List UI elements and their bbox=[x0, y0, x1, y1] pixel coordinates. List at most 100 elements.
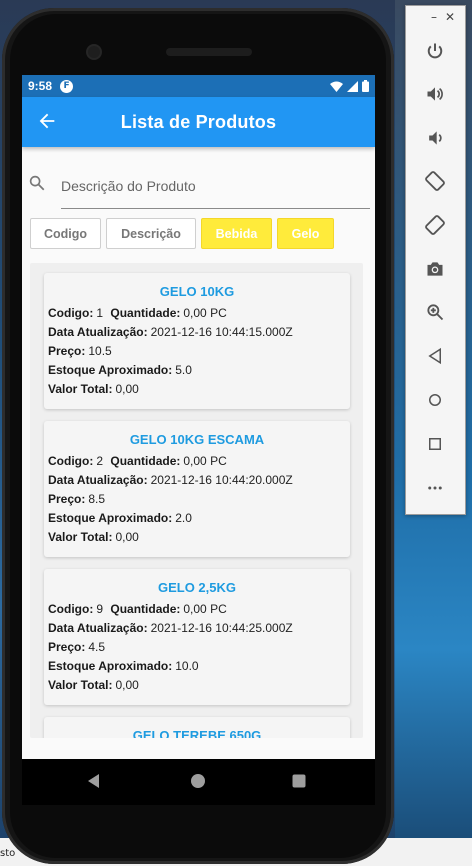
back-icon[interactable] bbox=[422, 343, 448, 369]
nav-overview-icon[interactable] bbox=[291, 773, 307, 789]
product-row-valor-total: Valor Total: 0,00 bbox=[44, 528, 350, 547]
product-card[interactable]: GELO TEREBE 650G bbox=[44, 717, 350, 738]
front-camera bbox=[88, 46, 100, 58]
product-row-estoque: Estoque Aproximado: 10.0 bbox=[44, 657, 350, 676]
back-arrow-icon[interactable] bbox=[36, 110, 58, 132]
product-row-data: Data Atualização: 2021-12-16 10:44:20.000… bbox=[44, 471, 350, 490]
label-codigo: Codigo: bbox=[48, 454, 94, 468]
value-preco: 8.5 bbox=[88, 492, 106, 506]
minimize-icon[interactable]: – bbox=[431, 10, 437, 28]
value-data-atualizacao: 2021-12-16 10:44:15.000Z bbox=[150, 325, 293, 339]
value-estoque: 10.0 bbox=[175, 659, 199, 673]
label-quantidade: Quantidade: bbox=[110, 602, 181, 616]
value-preco: 10.5 bbox=[88, 344, 112, 358]
zoom-icon[interactable] bbox=[422, 299, 448, 325]
rotate-left-icon[interactable] bbox=[422, 168, 448, 194]
product-list[interactable]: GELO 10KG Codigo: 1 Quantidade: 0,00 PC Da… bbox=[30, 263, 363, 738]
value-quantidade: 0,00 PC bbox=[183, 454, 227, 468]
product-row-valor-total: Valor Total: 0,00 bbox=[44, 676, 350, 695]
value-codigo: 9 bbox=[96, 602, 104, 616]
product-row-data: Data Atualização: 2021-12-16 10:44:25.000… bbox=[44, 619, 350, 638]
product-row-estoque: Estoque Aproximado: 5.0 bbox=[44, 361, 350, 380]
product-row-data: Data Atualização: 2021-12-16 10:44:15.000… bbox=[44, 323, 350, 342]
nav-home-icon[interactable] bbox=[190, 773, 206, 789]
panel-window-controls: – ✕ bbox=[406, 6, 465, 28]
label-data-atualizacao: Data Atualização: bbox=[48, 325, 148, 339]
search-input[interactable] bbox=[61, 169, 370, 209]
status-time: 9:58 bbox=[28, 79, 53, 93]
value-data-atualizacao: 2021-12-16 10:44:20.000Z bbox=[150, 473, 293, 487]
volume-up-icon[interactable] bbox=[422, 81, 448, 107]
earpiece-speaker bbox=[166, 48, 252, 56]
value-quantidade: 0,00 PC bbox=[183, 602, 227, 616]
value-preco: 4.5 bbox=[88, 640, 106, 654]
home-icon[interactable] bbox=[422, 387, 448, 413]
label-data-atualizacao: Data Atualização: bbox=[48, 621, 148, 635]
product-card[interactable]: GELO 10KG Codigo: 1 Quantidade: 0,00 PC Da… bbox=[44, 273, 350, 409]
label-estoque: Estoque Aproximado: bbox=[48, 511, 173, 525]
value-estoque: 5.0 bbox=[175, 363, 192, 377]
label-quantidade: Quantidade: bbox=[110, 454, 181, 468]
product-row-estoque: Estoque Aproximado: 2.0 bbox=[44, 509, 350, 528]
product-row-preco: Preço: 10.5 bbox=[44, 342, 350, 361]
filter-codigo-button[interactable]: Codigo bbox=[30, 218, 101, 249]
rotate-right-icon[interactable] bbox=[422, 212, 448, 238]
more-icon[interactable] bbox=[422, 475, 448, 501]
label-valor-total: Valor Total: bbox=[48, 382, 113, 396]
product-row-valor-total: Valor Total: 0,00 bbox=[44, 380, 350, 399]
page-title: Lista de Produtos bbox=[120, 111, 277, 132]
product-row-preco: Preço: 4.5 bbox=[44, 638, 350, 657]
product-row-preco: Preço: 8.5 bbox=[44, 490, 350, 509]
value-data-atualizacao: 2021-12-16 10:44:25.000Z bbox=[150, 621, 293, 635]
label-quantidade: Quantidade: bbox=[110, 306, 181, 320]
camera-icon[interactable] bbox=[422, 256, 448, 282]
label-data-atualizacao: Data Atualização: bbox=[48, 473, 148, 487]
filter-chips: Codigo Descrição Bebida Gelo bbox=[22, 211, 375, 253]
label-preco: Preço: bbox=[48, 344, 86, 358]
phone-screen: 9:58 F Lista de Produtos Codigo Descriçã… bbox=[22, 75, 375, 759]
label-estoque: Estoque Aproximado: bbox=[48, 363, 173, 377]
label-codigo: Codigo: bbox=[48, 602, 94, 616]
app-bar: Lista de Produtos bbox=[22, 97, 375, 147]
nav-back-icon[interactable] bbox=[86, 773, 102, 789]
label-valor-total: Valor Total: bbox=[48, 530, 113, 544]
status-bar: 9:58 F bbox=[22, 75, 375, 97]
status-icons bbox=[330, 80, 369, 92]
value-codigo: 2 bbox=[96, 454, 104, 468]
value-quantidade: 0,00 PC bbox=[183, 306, 227, 320]
value-valor-total: 0,00 bbox=[115, 382, 139, 396]
label-valor-total: Valor Total: bbox=[48, 678, 113, 692]
battery-icon bbox=[362, 80, 369, 92]
volume-down-icon[interactable] bbox=[422, 125, 448, 151]
value-valor-total: 0,00 bbox=[115, 678, 139, 692]
product-name: GELO 10KG ESCAMA bbox=[129, 432, 265, 447]
android-nav-bar bbox=[22, 759, 375, 805]
search-bar bbox=[22, 147, 375, 211]
label-estoque: Estoque Aproximado: bbox=[48, 659, 173, 673]
value-valor-total: 0,00 bbox=[115, 530, 139, 544]
label-codigo: Codigo: bbox=[48, 306, 94, 320]
product-card[interactable]: GELO 2,5KG Codigo: 9 Quantidade: 0,00 PC D… bbox=[44, 569, 350, 705]
product-row-codigo: Codigo: 9 Quantidade: 0,00 PC bbox=[44, 600, 350, 619]
label-preco: Preço: bbox=[48, 492, 86, 506]
emulator-panel: – ✕ bbox=[405, 5, 466, 515]
power-icon[interactable] bbox=[422, 38, 448, 64]
wifi-icon bbox=[330, 81, 343, 92]
filter-bebida-button[interactable]: Bebida bbox=[201, 218, 272, 249]
product-name: GELO TEREBE 650G bbox=[132, 728, 262, 738]
label-preco: Preço: bbox=[48, 640, 86, 654]
product-row-codigo: Codigo: 2 Quantidade: 0,00 PC bbox=[44, 452, 350, 471]
filter-descricao-button[interactable]: Descrição bbox=[106, 218, 196, 249]
product-name: GELO 2,5KG bbox=[157, 580, 237, 595]
value-estoque: 2.0 bbox=[175, 511, 192, 525]
product-row-codigo: Codigo: 1 Quantidade: 0,00 PC bbox=[44, 304, 350, 323]
product-name: GELO 10KG bbox=[159, 284, 235, 299]
value-codigo: 1 bbox=[96, 306, 104, 320]
notification-icon: F bbox=[60, 79, 74, 93]
overview-icon[interactable] bbox=[422, 431, 448, 457]
filter-gelo-button[interactable]: Gelo bbox=[277, 218, 334, 249]
desktop-text: sto bbox=[0, 848, 16, 859]
signal-icon bbox=[347, 80, 358, 92]
product-card[interactable]: GELO 10KG ESCAMA Codigo: 2 Quantidade: 0,0… bbox=[44, 421, 350, 557]
close-icon[interactable]: ✕ bbox=[445, 10, 455, 28]
